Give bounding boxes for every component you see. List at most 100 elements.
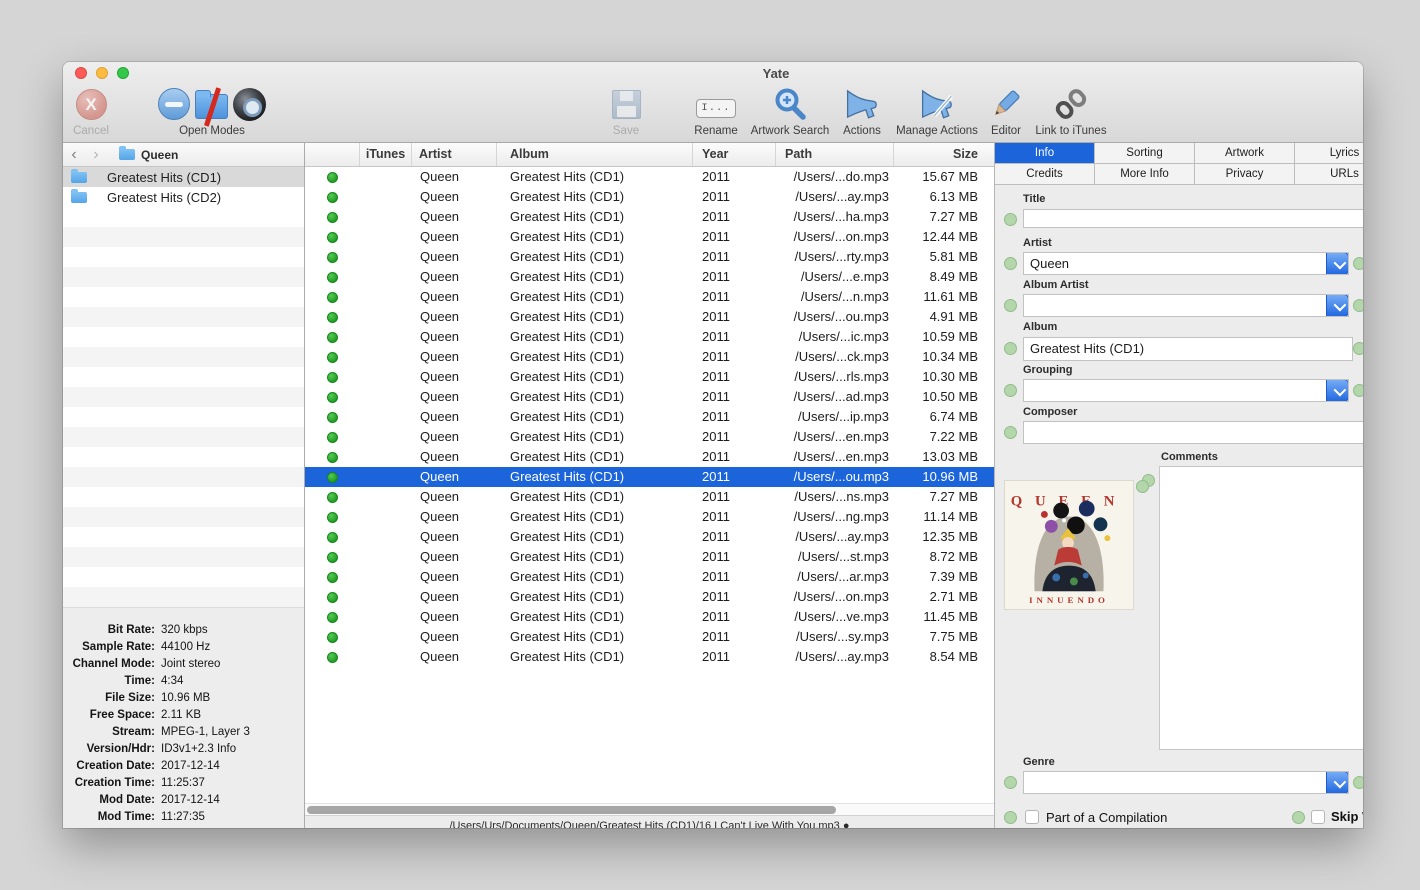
link-itunes-button[interactable]: Link to iTunes <box>1026 84 1116 137</box>
artist-indicator-dot[interactable] <box>1004 257 1017 270</box>
tab-lyrics[interactable]: Lyrics <box>1295 143 1363 164</box>
back-arrow-icon[interactable]: ‹ <box>63 144 85 166</box>
table-row[interactable]: Queen Greatest Hits (CD1) 2011/Users/...ou… <box>305 307 994 327</box>
column-year[interactable]: Year <box>693 143 776 166</box>
scrollbar-thumb[interactable] <box>307 806 836 814</box>
compilation-indicator-dot[interactable] <box>1004 811 1017 824</box>
zoom-button[interactable] <box>117 67 129 79</box>
grouping-field[interactable] <box>1023 379 1349 402</box>
tab-urls[interactable]: URLs <box>1295 164 1363 185</box>
table-row[interactable]: Queen Greatest Hits (CD1) 2011/Users/...ar… <box>305 567 994 587</box>
actions-button[interactable]: Actions <box>832 84 892 137</box>
title-field[interactable] <box>1023 209 1363 228</box>
horizontal-scrollbar[interactable] <box>305 803 994 815</box>
genre-right-dot[interactable] <box>1353 776 1363 789</box>
grouping-indicator-dot[interactable] <box>1004 384 1017 397</box>
open-modes-button[interactable]: Open Modes <box>151 84 273 137</box>
table-row[interactable]: Queen Greatest Hits (CD1) 2011/Users/...ns… <box>305 487 994 507</box>
table-row[interactable]: Queen Greatest Hits (CD1) 2011/Users/...ay… <box>305 527 994 547</box>
artist-right-dot[interactable] <box>1353 257 1363 270</box>
chain-link-icon <box>1055 89 1087 119</box>
table-row[interactable]: Queen Greatest Hits (CD1) 2011/Users/...ip… <box>305 407 994 427</box>
compilation-checkbox[interactable] <box>1025 810 1039 824</box>
table-row[interactable]: Queen Greatest Hits (CD1) 2011/Users/...rl… <box>305 367 994 387</box>
table-row[interactable]: Queen Greatest Hits (CD1) 2011/Users/...st… <box>305 547 994 567</box>
status-cell <box>305 347 360 367</box>
itunes-cell <box>360 607 412 627</box>
table-row[interactable]: Queen Greatest Hits (CD1) 2011/Users/...ou… <box>305 467 994 487</box>
album-cell: Greatest Hits (CD1) <box>510 569 625 584</box>
artist-dropdown-button[interactable] <box>1326 253 1348 274</box>
minimize-button[interactable] <box>96 67 108 79</box>
sidebar-folder-item[interactable]: Greatest Hits (CD1) <box>63 167 304 187</box>
grouping-right-dot[interactable] <box>1353 384 1363 397</box>
manage-actions-button[interactable]: Manage Actions <box>887 84 987 137</box>
album-cell: Greatest Hits (CD1) <box>510 249 625 264</box>
tab-sorting[interactable]: Sorting <box>1095 143 1195 164</box>
column-artist[interactable]: Artist <box>412 143 497 166</box>
green-status-icon <box>327 491 338 503</box>
composer-field[interactable] <box>1023 421 1363 444</box>
table-row[interactable]: Queen Greatest Hits (CD1) 2011/Users/...rt… <box>305 247 994 267</box>
forward-arrow-icon[interactable]: › <box>85 144 107 166</box>
table-row[interactable]: Queen Greatest Hits (CD1) 2011/Users/...do… <box>305 167 994 187</box>
tab-privacy[interactable]: Privacy <box>1195 164 1295 185</box>
path-cell: /Users/...rty.mp3 <box>794 249 889 264</box>
album-artist-right-dot[interactable] <box>1353 299 1363 312</box>
table-row[interactable]: Queen Greatest Hits (CD1) 2011/Users/...on… <box>305 587 994 607</box>
column-status[interactable] <box>305 143 360 166</box>
save-button[interactable]: Save <box>596 84 656 137</box>
artwork-search-button[interactable]: Artwork Search <box>735 84 845 137</box>
table-row[interactable]: Queen Greatest Hits (CD1) 2011/Users/...e.… <box>305 267 994 287</box>
artist-cell: Queen <box>420 529 460 544</box>
tab-credits[interactable]: Credits <box>995 164 1095 185</box>
album-artist-field[interactable] <box>1023 294 1349 317</box>
album-indicator-dot[interactable] <box>1004 342 1017 355</box>
size-cell: 12.44 MB <box>922 229 978 244</box>
sidebar-empty-row <box>63 507 304 527</box>
album-artwork[interactable]: QUEEN INNUENDO <box>1004 480 1134 610</box>
table-row[interactable]: Queen Greatest Hits (CD1) 2011/Users/...on… <box>305 227 994 247</box>
column-size[interactable]: Size <box>894 143 994 166</box>
sidebar-folder-item[interactable]: Greatest Hits (CD2) <box>63 187 304 207</box>
table-row[interactable]: Queen Greatest Hits (CD1) 2011/Users/...ay… <box>305 187 994 207</box>
tab-artwork[interactable]: Artwork <box>1195 143 1295 164</box>
grouping-dropdown-button[interactable] <box>1326 380 1348 401</box>
comments-box[interactable] <box>1159 466 1363 750</box>
column-album[interactable]: Album <box>497 143 693 166</box>
table-row[interactable]: Queen Greatest Hits (CD1) 2011/Users/...sy… <box>305 627 994 647</box>
table-row[interactable]: Queen Greatest Hits (CD1) 2011/Users/...en… <box>305 447 994 467</box>
table-row[interactable]: Queen Greatest Hits (CD1) 2011/Users/...ha… <box>305 207 994 227</box>
cancel-button[interactable]: X Cancel <box>63 84 123 137</box>
title-indicator-dot[interactable] <box>1004 213 1017 226</box>
composer-indicator-dot[interactable] <box>1004 426 1017 439</box>
table-row[interactable]: Queen Greatest Hits (CD1) 2011/Users/...ck… <box>305 347 994 367</box>
genre-field[interactable] <box>1023 771 1349 794</box>
table-row[interactable]: Queen Greatest Hits (CD1) 2011/Users/...ad… <box>305 387 994 407</box>
table-row[interactable]: Queen Greatest Hits (CD1) 2011/Users/...ay… <box>305 647 994 667</box>
artwork-indicator-dot[interactable] <box>1136 480 1149 493</box>
skip-checkbox[interactable] <box>1311 810 1325 824</box>
path-cell: /Users/...do.mp3 <box>793 169 889 184</box>
column-itunes[interactable]: iTunes <box>360 143 412 166</box>
table-row[interactable]: Queen Greatest Hits (CD1) 2011/Users/...ic… <box>305 327 994 347</box>
genre-indicator-dot[interactable] <box>1004 776 1017 789</box>
table-row[interactable]: Queen Greatest Hits (CD1) 2011/Users/...ve… <box>305 607 994 627</box>
tab-more-info[interactable]: More Info <box>1095 164 1195 185</box>
itunes-cell <box>360 547 412 567</box>
tab-info[interactable]: Info <box>995 143 1095 164</box>
artist-field[interactable]: Queen <box>1023 252 1349 275</box>
genre-dropdown-button[interactable] <box>1326 772 1348 793</box>
table-row[interactable]: Queen Greatest Hits (CD1) 2011/Users/...n.… <box>305 287 994 307</box>
album-artist-dropdown-button[interactable] <box>1326 295 1348 316</box>
album-right-dot[interactable] <box>1353 342 1363 355</box>
table-row[interactable]: Queen Greatest Hits (CD1) 2011/Users/...ng… <box>305 507 994 527</box>
skip-indicator-dot[interactable] <box>1292 811 1305 824</box>
path-cell: /Users/...st.mp3 <box>797 549 889 564</box>
column-path[interactable]: Path <box>776 143 894 166</box>
minus-circle-icon <box>158 88 190 120</box>
album-artist-indicator-dot[interactable] <box>1004 299 1017 312</box>
table-row[interactable]: Queen Greatest Hits (CD1) 2011/Users/...en… <box>305 427 994 447</box>
album-field[interactable]: Greatest Hits (CD1) <box>1023 337 1353 361</box>
close-button[interactable] <box>75 67 87 79</box>
